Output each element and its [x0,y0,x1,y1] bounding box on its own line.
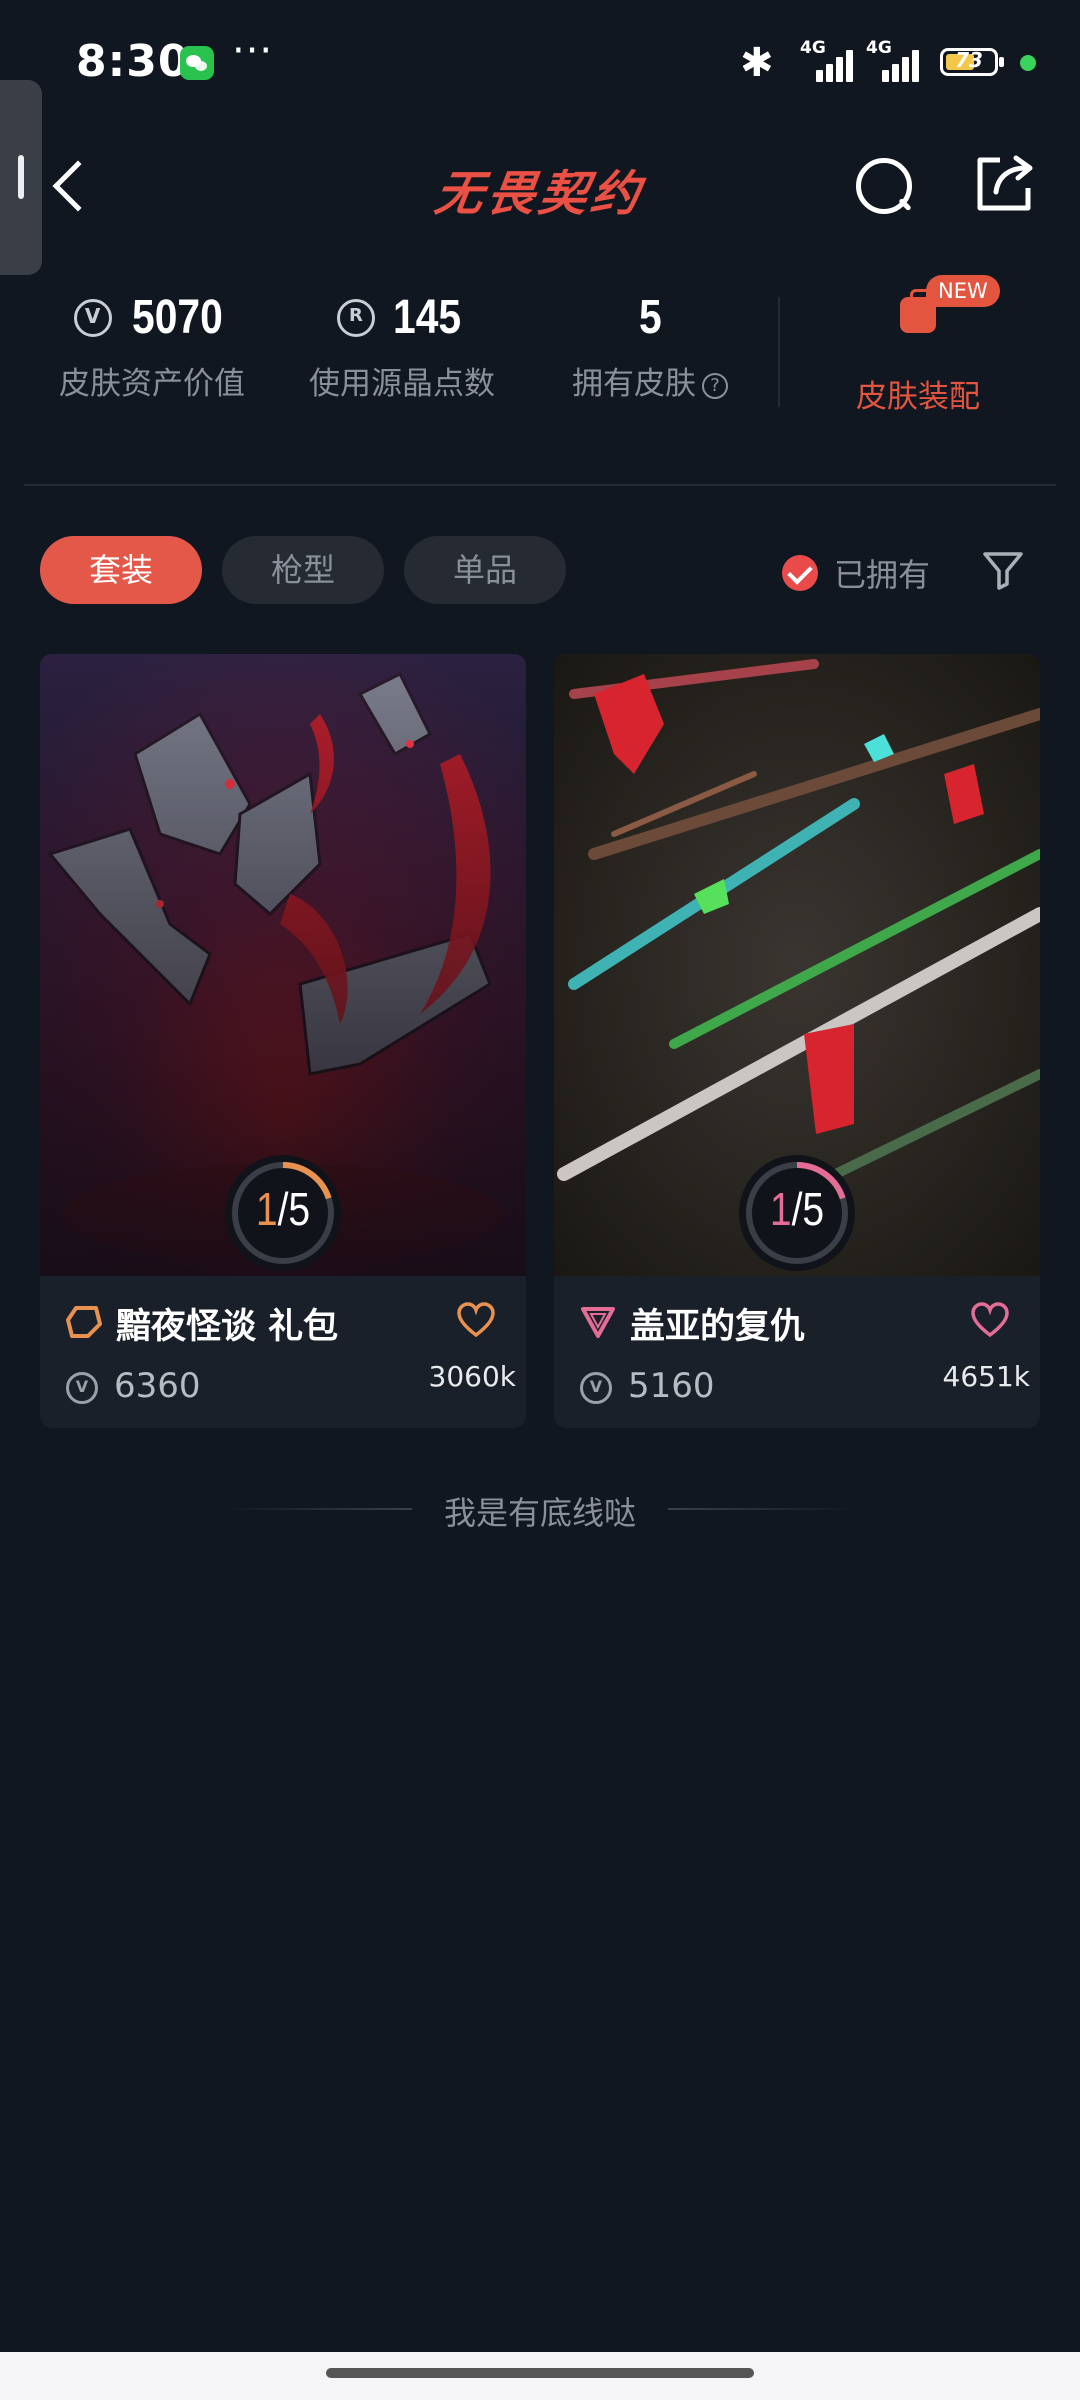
stat-value: 5070 [131,291,223,344]
filter-icon[interactable] [982,550,1024,590]
heart-icon[interactable] [456,1302,496,1338]
owned-count: 1 [255,1183,278,1235]
more-notifications-icon: ··· [232,28,274,74]
radianite-icon [336,298,375,337]
stat-value: 5 [638,291,662,344]
signal-icon: 4G [866,38,926,82]
bundle-name: 黯夜怪谈 礼包 [116,1307,339,1347]
total-count: /5 [791,1183,825,1235]
tab-weapon-type[interactable]: 枪型 [222,536,384,604]
stat-value: 145 [392,291,462,344]
bundle-name: 盖亚的复仇 [630,1307,806,1347]
bundle-card[interactable]: 1/5 黯夜怪谈 礼包 6360 3060k [40,654,526,1428]
bundle-info: 盖亚的复仇 5160 4651k [554,1276,1040,1428]
vp-coin-icon [66,1372,98,1404]
network-type-label: 4G [866,38,892,58]
exclusive-tier-icon [581,1307,615,1338]
end-of-list-text: 我是有底线哒 [443,1494,636,1532]
asset-stats: 5070 皮肤资产价值 145 使用源晶点数 5 拥有皮肤? NEW 皮肤装配 [0,275,1080,435]
like-count: 4651k [942,1360,1030,1393]
stat-radianite-used: 145 使用源晶点数 [302,285,502,403]
network-type-label: 4G [800,38,826,58]
privacy-indicator-icon [1020,55,1036,71]
vp-coin-icon [73,298,112,337]
status-time: 8:30 [76,36,190,87]
bundle-artwork: 1/5 [40,654,526,1276]
vp-coin-icon [580,1372,612,1404]
like-count: 3060k [428,1360,516,1393]
signal-icon: 4G [800,38,860,82]
bundle-artwork: 1/5 [554,654,1040,1276]
end-of-list-indicator: 我是有底线哒 [0,1488,1080,1534]
stat-label: 使用源晶点数 [309,366,495,402]
stat-skins-owned[interactable]: 5 拥有皮肤? [560,285,740,403]
loadout-bag-icon [900,289,936,333]
bundle-info: 黯夜怪谈 礼包 6360 3060k [40,1276,526,1428]
home-indicator[interactable] [326,2368,754,2378]
search-icon[interactable] [852,154,914,216]
skin-loadout-button[interactable]: NEW 皮肤装配 [838,275,1000,416]
tab-single-item[interactable]: 单品 [404,536,566,604]
app-title: 无畏契约 [431,166,648,222]
app-header: 无畏契约 [0,130,1080,240]
divider [24,484,1056,486]
system-nav-bar [0,2352,1080,2400]
bundle-price: 5160 [628,1366,715,1406]
help-icon[interactable]: ? [702,373,728,399]
bundle-card[interactable]: 1/5 盖亚的复仇 5160 4651k [554,654,1040,1428]
loadout-label: 皮肤装配 [856,379,980,415]
filter-bar: 套装 枪型 单品 已拥有 [0,536,1080,606]
stat-asset-value: 5070 皮肤资产价值 [52,285,252,403]
battery-icon: 73 [940,48,1004,76]
ownership-progress: 1/5 [734,1150,860,1276]
stat-label: 拥有皮肤 [572,366,696,402]
divider [778,297,780,407]
owned-filter-toggle[interactable]: 已拥有 [782,550,930,596]
bundle-price: 6360 [114,1366,201,1406]
status-bar: 8:30 ··· ✱ 4G 4G 73 [0,0,1080,130]
bluetooth-icon: ✱ [740,40,774,86]
owned-filter-label: 已拥有 [834,556,931,594]
checkbox-checked-icon[interactable] [782,555,818,591]
premium-tier-icon [66,1306,102,1338]
battery-level: 73 [955,48,983,72]
ownership-progress: 1/5 [220,1150,346,1276]
new-badge: NEW [926,275,1000,307]
heart-icon[interactable] [970,1302,1010,1338]
owned-count: 1 [769,1183,792,1235]
total-count: /5 [277,1183,311,1235]
share-icon[interactable] [974,154,1036,214]
wechat-icon [180,46,214,80]
tab-bundle[interactable]: 套装 [40,536,202,604]
stat-label: 皮肤资产价值 [59,366,245,402]
